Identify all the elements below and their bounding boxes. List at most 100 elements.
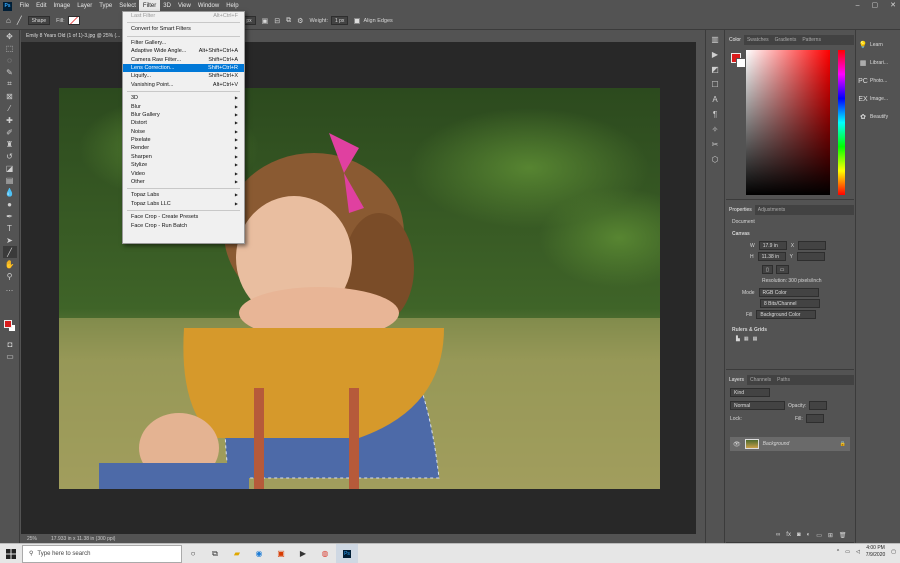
path-select-tool-icon[interactable]: ➤ [3, 234, 17, 246]
blur-tool-icon[interactable]: 💧 [3, 186, 17, 198]
maximize-icon[interactable]: ▢ [872, 0, 879, 12]
edge-browser-icon[interactable]: ◉ [248, 544, 270, 563]
visibility-eye-icon[interactable]: 👁 [733, 441, 741, 448]
filter-menu-item[interactable]: Blur ▶ [123, 103, 244, 111]
filter-menu-item[interactable]: Distort ▶ [123, 119, 244, 127]
line-tool-icon[interactable]: ╱ [2, 246, 17, 258]
dodge-tool-icon[interactable]: ● [3, 198, 17, 210]
filter-menu-item[interactable]: Topaz Labs LLC ▶ [123, 200, 244, 208]
close-icon[interactable]: ✕ [890, 0, 896, 12]
filter-menu-item[interactable]: 3D ▶ [123, 94, 244, 102]
menu-layer[interactable]: Layer [74, 0, 96, 12]
menu-file[interactable]: File [16, 0, 33, 12]
menu-edit[interactable]: Edit [33, 0, 50, 12]
office-icon[interactable]: ▣ [270, 544, 292, 563]
filter-menu-item[interactable]: Stylize ▶ [123, 161, 244, 169]
filter-menu-item[interactable]: Adaptive Wide Angle... Alt+Shift+Ctrl+A [123, 47, 244, 55]
tab-paths[interactable]: Paths [774, 375, 793, 385]
shape-mode-select[interactable]: Shape [27, 16, 51, 25]
clone-stamp-tool-icon[interactable]: ♜ [3, 138, 17, 150]
frame-tool-icon[interactable]: ⊠ [3, 90, 17, 102]
tab-properties[interactable]: Properties [726, 205, 755, 215]
quick-select-tool-icon[interactable]: ✎ [3, 66, 17, 78]
filter-menu-item[interactable]: Noise ▶ [123, 128, 244, 136]
home-icon[interactable]: ⌂ [6, 16, 11, 25]
more-tools-icon[interactable]: … [3, 282, 17, 294]
image-panel-button[interactable]: EX Image... [856, 90, 900, 108]
task-view-icon[interactable]: ⧉ [204, 544, 226, 563]
filter-menu-item[interactable]: Camera Raw Filter... Shift+Ctrl+A [123, 56, 244, 64]
color-picker-field[interactable] [746, 50, 830, 195]
weight-input[interactable]: 1 px [330, 16, 349, 25]
tab-layers[interactable]: Layers [726, 375, 748, 385]
x-input[interactable] [798, 241, 827, 250]
minimize-icon[interactable]: – [856, 0, 860, 12]
swatches-panel-icon[interactable]: ◩ [708, 63, 722, 75]
photo-panel-button[interactable]: PC Photo... [856, 72, 900, 90]
canvas-fill-select[interactable]: Background Color [756, 310, 817, 319]
layer-fill-input[interactable] [805, 414, 824, 423]
hue-slider[interactable] [838, 50, 845, 195]
paragraph-panel-icon[interactable]: ¶ [708, 108, 722, 120]
height-input[interactable]: 11.38 in [757, 252, 786, 261]
foreground-color-swatch[interactable] [4, 320, 12, 328]
layer-row-background[interactable]: 👁 Background 🔒 [730, 437, 850, 451]
file-explorer-icon[interactable]: ▰ [226, 544, 248, 563]
guides-icon[interactable]: ▦ [753, 336, 758, 342]
taskbar-search-input[interactable]: ⚲ Type here to search [22, 544, 182, 563]
filter-menu-item[interactable]: Pixelate ▶ [123, 136, 244, 144]
libraries-panel-button[interactable]: ▦ Librari... [856, 54, 900, 72]
healing-brush-tool-icon[interactable]: ✚ [3, 114, 17, 126]
blend-mode-select[interactable]: Normal [730, 401, 785, 410]
marquee-tool-icon[interactable]: ⬚ [3, 42, 17, 54]
settings-gear-icon[interactable]: ⚙ [297, 17, 303, 25]
path-ops-icon[interactable]: ▣ [262, 17, 269, 25]
lasso-tool-icon[interactable]: ◌ [3, 54, 17, 66]
tab-color[interactable]: Color [726, 35, 744, 45]
filter-menu-item[interactable]: Filter Gallery... [123, 39, 244, 47]
layer-name[interactable]: Background [763, 441, 790, 447]
layer-kind-filter[interactable]: Kind [730, 388, 770, 397]
system-clock[interactable]: 4:00 PM 7/9/2020 [866, 545, 885, 559]
opacity-input[interactable] [809, 401, 828, 410]
line-tool-icon[interactable]: ╱ [17, 16, 22, 25]
filter-menu-item[interactable]: Sharpen ▶ [123, 153, 244, 161]
path-align-icon[interactable]: ⊟ [274, 17, 280, 25]
filter-menu-item[interactable]: Video ▶ [123, 170, 244, 178]
fx-icon[interactable]: fx [786, 532, 791, 539]
menu-image[interactable]: Image [50, 0, 74, 12]
filter-menu-item[interactable]: Vanishing Point... Alt+Ctrl+V [123, 81, 244, 89]
align-edges-checkbox[interactable] [354, 17, 361, 24]
y-input[interactable] [796, 252, 825, 261]
photoshop-taskbar-icon[interactable]: Ps [336, 543, 358, 563]
filter-menu-item[interactable]: Face Crop - Create Presets [123, 213, 244, 221]
move-tool-icon[interactable]: ✥ [3, 30, 17, 42]
eyedropper-tool-icon[interactable]: ⁄ [3, 102, 17, 114]
mode-select[interactable]: RGB Color [758, 288, 819, 297]
actions-panel-icon[interactable]: ▶ [708, 48, 722, 60]
gradient-tool-icon[interactable]: ▤ [3, 174, 17, 186]
glyphs-panel-icon[interactable]: ✧ [708, 123, 722, 135]
history-panel-icon[interactable]: ▥ [708, 33, 722, 45]
type-tool-icon[interactable]: T [3, 222, 17, 234]
filter-menu-item[interactable]: Other ▶ [123, 178, 244, 186]
rulers-grids-label[interactable]: Rulers & Grids [732, 327, 848, 333]
network-icon[interactable]: ▭ [845, 549, 850, 555]
crop-tool-icon[interactable]: ⌗ [3, 78, 17, 90]
width-input[interactable]: 17.9 in [758, 241, 787, 250]
character-panel-icon[interactable]: A [708, 93, 722, 105]
tab-gradients[interactable]: Gradients [772, 35, 800, 45]
windows-start-icon[interactable] [0, 544, 22, 563]
filter-menu-item[interactable]: Topaz Labs ▶ [123, 191, 244, 199]
new-layer-icon[interactable]: ⊞ [828, 532, 833, 539]
hand-tool-icon[interactable]: ✋ [3, 258, 17, 270]
tab-patterns[interactable]: Patterns [799, 35, 824, 45]
bit-depth-select[interactable]: 8 Bits/Channel [760, 299, 820, 308]
beautify-panel-button[interactable]: ✿ Beautify [856, 108, 900, 126]
screen-mode-icon[interactable]: ▭ [3, 350, 17, 362]
filter-menu-item[interactable]: Liquify... Shift+Ctrl+X [123, 72, 244, 80]
group-icon[interactable]: ▭ [816, 532, 822, 539]
canvas-section-label[interactable]: Canvas [732, 231, 848, 237]
libraries-panel-icon[interactable]: ☐ [708, 78, 722, 90]
filter-menu-item[interactable]: Convert for Smart Filters [123, 25, 244, 33]
